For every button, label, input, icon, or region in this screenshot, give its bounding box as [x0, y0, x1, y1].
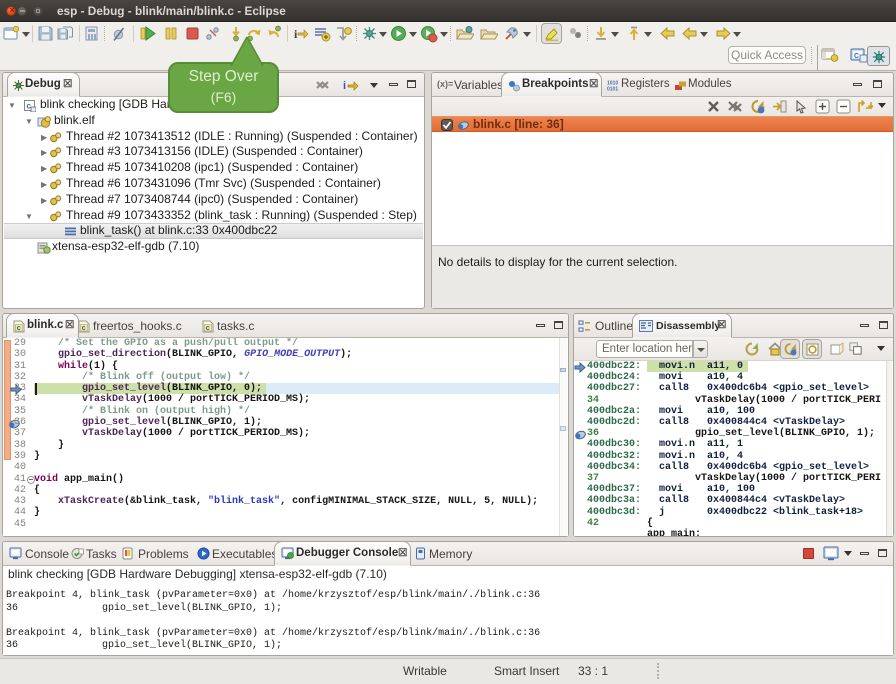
svg-text:c: c	[206, 323, 210, 332]
svg-text:C: C	[854, 53, 859, 60]
svg-text:i: i	[343, 80, 346, 92]
svg-text:c: c	[82, 323, 86, 332]
svg-text:c: c	[17, 323, 21, 332]
svg-text:0101: 0101	[607, 87, 618, 92]
svg-text:i: i	[294, 27, 298, 41]
